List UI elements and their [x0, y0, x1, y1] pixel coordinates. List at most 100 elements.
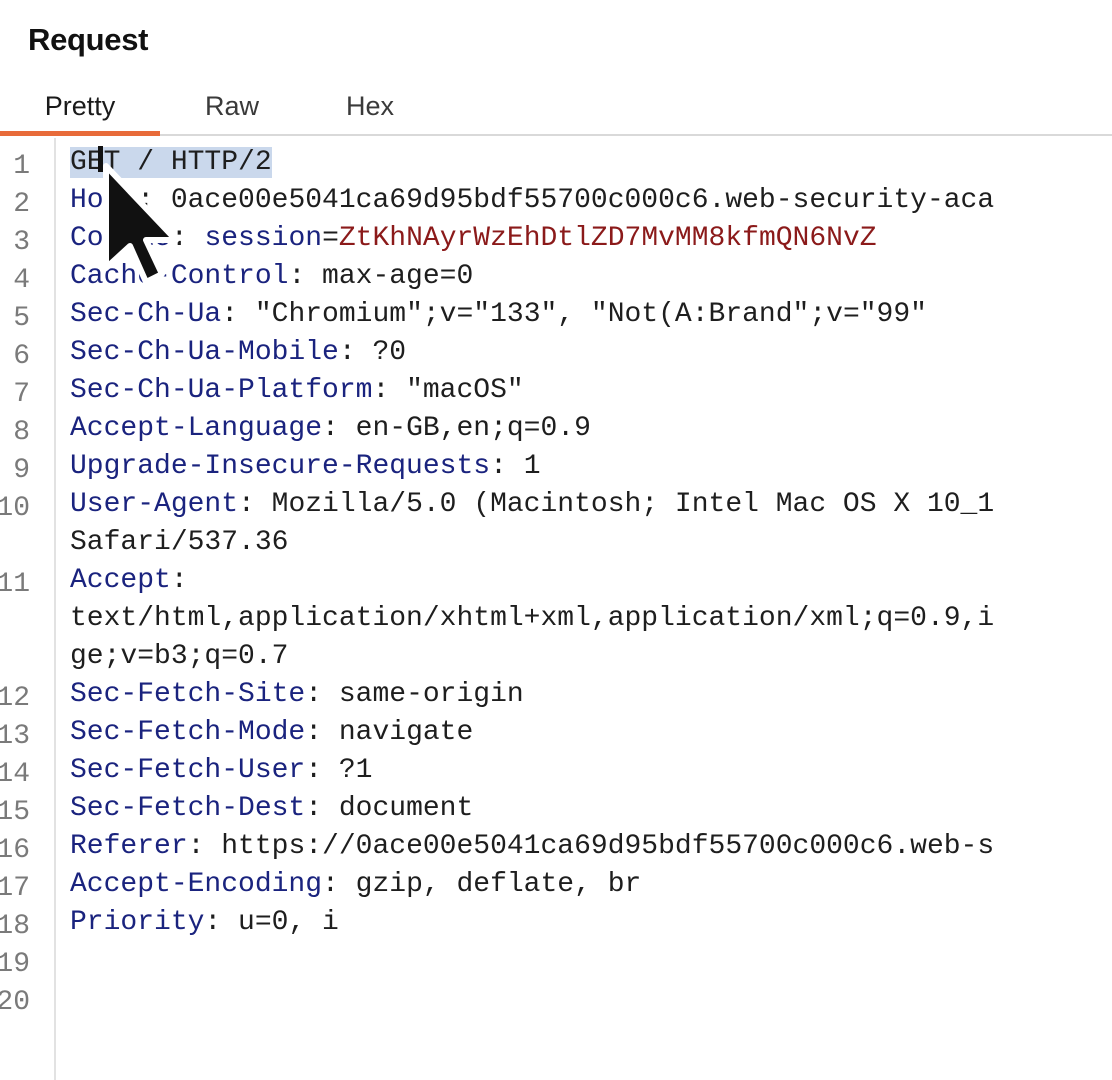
cookie-value: ZtKhNAyrWzEhDtlZD7MvMM8kfmQN6NvZ — [338, 223, 877, 254]
line-number: 8 — [13, 417, 30, 448]
header-key: Sec-Fetch-Site — [70, 679, 306, 710]
view-tabs: Pretty Raw Hex — [0, 84, 1112, 136]
line-number: 7 — [13, 379, 30, 410]
header-value: navigate — [338, 717, 474, 748]
line-number: 9 — [13, 455, 30, 486]
code-line-user-agent-wrap[interactable]: Safari/537.36 — [70, 524, 288, 562]
code-line-accept-wrap-1[interactable]: text/html,application/xhtml+xml,applicat… — [70, 600, 994, 638]
code-line-accept-encoding[interactable]: Accept-Encoding: gzip, deflate, br — [70, 866, 641, 904]
line-number: 10 — [0, 493, 30, 524]
line-number: 13 — [0, 721, 30, 752]
header-sep: : — [288, 261, 323, 292]
header-key: Accept-Language — [70, 413, 323, 444]
header-value: "Chromium";v="133", "Not(A:Brand";v="99" — [254, 299, 927, 330]
tab-pretty[interactable]: Pretty — [0, 84, 160, 136]
header-value: ?1 — [338, 755, 373, 786]
request-editor[interactable]: 1 2 3 4 5 6 7 8 9 10 11 12 13 14 15 16 1… — [0, 138, 1112, 1080]
header-key: User-Agent — [70, 489, 239, 520]
header-value: ?0 — [372, 337, 407, 368]
header-value: u=0, i — [238, 907, 339, 938]
header-value: gzip, deflate, br — [355, 869, 642, 900]
header-sep: : — [338, 337, 373, 368]
code-line-sec-fetch-site[interactable]: Sec-Fetch-Site: same-origin — [70, 676, 524, 714]
code-line-accept-wrap-2[interactable]: ge;v=b3;q=0.7 — [70, 638, 288, 676]
header-key: Cache-Control — [70, 261, 289, 292]
header-key: Accept-Encoding — [70, 869, 323, 900]
code-line-sec-ch-ua[interactable]: Sec-Ch-Ua: "Chromium";v="133", "Not(A:Br… — [70, 296, 927, 334]
line-number: 4 — [13, 265, 30, 296]
header-key: Referer — [70, 831, 188, 862]
header-value: document — [338, 793, 474, 824]
tab-hex[interactable]: Hex — [330, 84, 410, 133]
header-key: Cookie — [70, 223, 171, 254]
line-number: 11 — [0, 569, 30, 600]
header-key: Host — [70, 185, 138, 216]
header-sep: : — [170, 565, 188, 596]
header-sep: : — [305, 755, 339, 786]
line-number: 20 — [0, 987, 30, 1018]
header-sep: : — [305, 679, 339, 710]
line-number: 18 — [0, 911, 30, 942]
header-key: Upgrade-Insecure-Requests — [70, 451, 491, 482]
cookie-eq: = — [322, 223, 339, 254]
code-line-sec-fetch-mode[interactable]: Sec-Fetch-Mode: navigate — [70, 714, 473, 752]
cookie-name: session — [204, 223, 323, 254]
header-value: https://0ace00e5041ca69d95bdf55700c000c6… — [221, 831, 995, 862]
header-value: max-age=0 — [322, 261, 474, 292]
code-line-sec-ch-ua-platform[interactable]: Sec-Ch-Ua-Platform: "macOS" — [70, 372, 524, 410]
line-number: 19 — [0, 949, 30, 980]
header-sep: : — [322, 413, 356, 444]
header-key: Sec-Fetch-Mode — [70, 717, 306, 748]
header-sep: : — [305, 717, 339, 748]
header-value: Mozilla/5.0 (Macintosh; Intel Mac OS X 1… — [271, 489, 995, 520]
header-key: Sec-Fetch-User — [70, 755, 306, 786]
code-line-accept[interactable]: Accept: — [70, 562, 188, 600]
header-key: Sec-Ch-Ua-Platform — [70, 375, 373, 406]
header-sep: : — [170, 223, 205, 254]
header-sep: : — [137, 185, 171, 216]
code-line-upgrade-insecure-requests[interactable]: Upgrade-Insecure-Requests: 1 — [70, 448, 541, 486]
line-number: 12 — [0, 683, 30, 714]
header-sep: : — [238, 489, 272, 520]
header-key: Sec-Fetch-Dest — [70, 793, 306, 824]
line-number: 5 — [13, 303, 30, 334]
code-line-host[interactable]: Host: 0ace00e5041ca69d95bdf55700c000c6.w… — [70, 182, 994, 220]
line-number: 1 — [13, 151, 30, 182]
tab-raw[interactable]: Raw — [188, 84, 276, 133]
header-value: "macOS" — [406, 375, 524, 406]
header-value: 0ace00e5041ca69d95bdf55700c000c6.web-sec… — [170, 185, 995, 216]
header-sep: : — [221, 299, 255, 330]
code-line-sec-ch-ua-mobile[interactable]: Sec-Ch-Ua-Mobile: ?0 — [70, 334, 406, 372]
code-line-referer[interactable]: Referer: https://0ace00e5041ca69d95bdf55… — [70, 828, 994, 866]
header-sep: : — [322, 869, 356, 900]
request-panel-title: Request — [28, 22, 149, 57]
header-key: Priority — [70, 907, 205, 938]
header-value: same-origin — [338, 679, 524, 710]
line-number: 16 — [0, 835, 30, 866]
header-key: Sec-Ch-Ua-Mobile — [70, 337, 339, 368]
line-number: 15 — [0, 797, 30, 828]
code-line-sec-fetch-dest[interactable]: Sec-Fetch-Dest: document — [70, 790, 473, 828]
code-line-accept-language[interactable]: Accept-Language: en-GB,en;q=0.9 — [70, 410, 591, 448]
code-line-sec-fetch-user[interactable]: Sec-Fetch-User: ?1 — [70, 752, 372, 790]
code-line-user-agent[interactable]: User-Agent: Mozilla/5.0 (Macintosh; Inte… — [70, 486, 994, 524]
line-number: 17 — [0, 873, 30, 904]
header-value: 1 — [523, 451, 541, 482]
header-sep: : — [305, 793, 339, 824]
header-sep: : — [187, 831, 222, 862]
line-number: 14 — [0, 759, 30, 790]
line-number: 2 — [13, 189, 30, 220]
code-line-cookie[interactable]: Cookie: session=ZtKhNAyrWzEhDtlZD7MvMM8k… — [70, 220, 877, 258]
header-key: Accept — [70, 565, 171, 596]
header-sep: : — [372, 375, 407, 406]
line-number: 3 — [13, 227, 30, 258]
code-line-cache-control[interactable]: Cache-Control: max-age=0 — [70, 258, 473, 296]
selected-request-line: GET / HTTP/2 — [70, 147, 272, 178]
gutter-divider — [54, 138, 56, 1080]
header-value: en-GB,en;q=0.9 — [355, 413, 591, 444]
header-sep: : — [204, 907, 239, 938]
header-key: Sec-Ch-Ua — [70, 299, 222, 330]
header-sep: : — [490, 451, 524, 482]
code-line-priority[interactable]: Priority: u=0, i — [70, 904, 339, 942]
code-line-request-line[interactable]: GET / HTTP/2 — [70, 144, 272, 182]
